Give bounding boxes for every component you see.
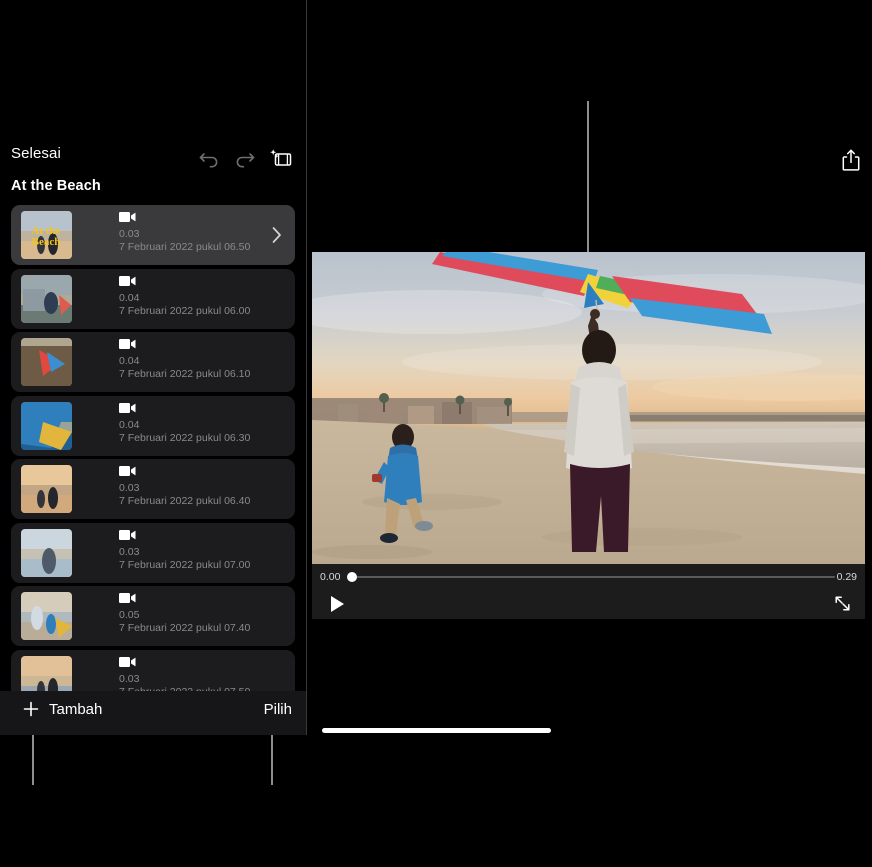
clip-metadata: 0.03 7 Februari 2022 pukul 06.50 [119, 211, 250, 254]
clip-row[interactable]: 0.04 7 Februari 2022 pukul 06.10 [11, 332, 295, 392]
plus-icon [22, 700, 40, 718]
play-icon[interactable] [329, 595, 345, 613]
redo-icon[interactable] [231, 145, 259, 171]
clip-duration: 0.03 [119, 673, 250, 686]
video-camera-icon [119, 338, 136, 350]
select-button[interactable]: Pilih [264, 701, 292, 718]
current-time-label: 0.00 [320, 571, 340, 583]
clip-thumbnail [21, 338, 72, 386]
clip-row[interactable]: 0.05 7 Februari 2022 pukul 07.40 [11, 586, 295, 646]
done-button[interactable]: Selesai [11, 145, 61, 162]
screenshot-root: Selesai [0, 0, 872, 867]
clip-thumbnail [21, 656, 72, 692]
add-label: Tambah [49, 701, 102, 718]
share-icon[interactable] [841, 148, 861, 172]
clip-row[interactable]: 0.03 7 Februari 2022 pukul 06.40 [11, 459, 295, 519]
clip-duration: 0.03 [119, 482, 250, 495]
clip-row[interactable]: 0.04 7 Februari 2022 pukul 06.00 [11, 269, 295, 329]
total-time-label: 0.29 [837, 571, 857, 583]
clip-date: 7 Februari 2022 pukul 06.10 [119, 368, 250, 381]
clip-metadata: 0.03 7 Februari 2022 pukul 07.50 [119, 656, 250, 692]
magic-movie-icon[interactable] [267, 145, 295, 171]
clip-list[interactable]: At the Beach 0.03 7 Februari 2022 pukul … [0, 205, 306, 691]
clip-metadata: 0.04 7 Februari 2022 pukul 06.00 [119, 275, 250, 318]
svg-text:Beach: Beach [32, 236, 61, 248]
video-camera-icon [119, 592, 136, 604]
home-indicator[interactable] [322, 728, 551, 733]
chevron-right-icon[interactable] [270, 225, 283, 245]
video-preview[interactable] [312, 252, 865, 564]
clip-row[interactable]: At the Beach 0.03 7 Februari 2022 pukul … [11, 205, 295, 265]
video-camera-icon [119, 275, 136, 287]
clip-date: 7 Februari 2022 pukul 07.40 [119, 622, 250, 635]
clip-metadata: 0.04 7 Februari 2022 pukul 06.30 [119, 402, 250, 445]
sidebar-divider [306, 0, 307, 735]
callout-line-viewer [587, 101, 589, 267]
clip-duration: 0.04 [119, 355, 250, 368]
clip-metadata: 0.05 7 Februari 2022 pukul 07.40 [119, 592, 250, 635]
clip-date: 7 Februari 2022 pukul 07.00 [119, 559, 250, 572]
clip-row[interactable]: 0.03 7 Februari 2022 pukul 07.50 [11, 650, 295, 692]
navigation-bar: Selesai [0, 145, 306, 175]
clip-date: 7 Februari 2022 pukul 06.30 [119, 432, 250, 445]
bottom-toolbar: Tambah Pilih [0, 691, 306, 735]
video-camera-icon [119, 656, 136, 668]
clip-metadata: 0.04 7 Februari 2022 pukul 06.10 [119, 338, 250, 381]
scrubber-track[interactable] [354, 576, 835, 578]
video-camera-icon [119, 211, 136, 223]
add-button[interactable]: Tambah [22, 700, 102, 718]
clip-row[interactable]: 0.03 7 Februari 2022 pukul 07.00 [11, 523, 295, 583]
undo-icon[interactable] [195, 145, 223, 171]
clip-thumbnail [21, 275, 72, 323]
video-viewer: 0.00 0.29 [312, 252, 865, 619]
clip-duration: 0.04 [119, 292, 250, 305]
clip-thumbnail [21, 529, 72, 577]
clip-thumbnail [21, 402, 72, 450]
player-controls: 0.00 0.29 [312, 564, 865, 619]
clip-duration: 0.03 [119, 228, 250, 241]
clip-duration: 0.05 [119, 609, 250, 622]
clip-thumbnail [21, 465, 72, 513]
video-camera-icon [119, 402, 136, 414]
scrubber-knob[interactable] [347, 572, 357, 582]
clip-date: 7 Februari 2022 pukul 06.50 [119, 241, 250, 254]
clip-duration: 0.04 [119, 419, 250, 432]
clip-metadata: 0.03 7 Februari 2022 pukul 07.00 [119, 529, 250, 572]
clip-thumbnail: At the Beach [21, 211, 72, 259]
video-camera-icon [119, 465, 136, 477]
clip-duration: 0.03 [119, 546, 250, 559]
clip-date: 7 Februari 2022 pukul 06.40 [119, 495, 250, 508]
clip-metadata: 0.03 7 Februari 2022 pukul 06.40 [119, 465, 250, 508]
video-camera-icon [119, 529, 136, 541]
expand-arrows-icon[interactable] [834, 595, 851, 612]
clip-sidebar: Selesai [0, 0, 306, 735]
clip-date: 7 Februari 2022 pukul 06.00 [119, 305, 250, 318]
clip-row[interactable]: 0.04 7 Februari 2022 pukul 06.30 [11, 396, 295, 456]
clip-thumbnail [21, 592, 72, 640]
page-title: At the Beach [11, 178, 101, 194]
